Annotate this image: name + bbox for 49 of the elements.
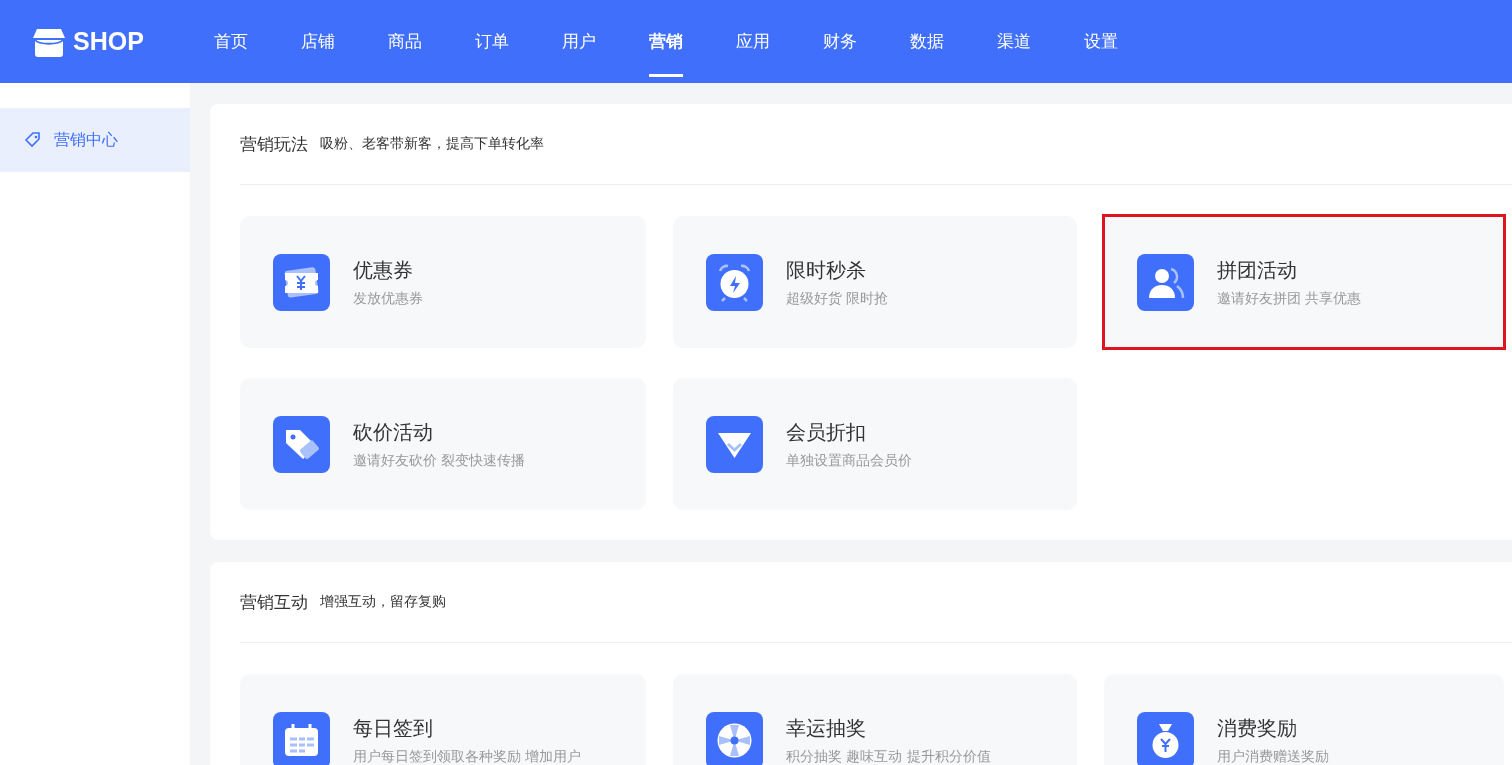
calendar-icon (273, 711, 330, 765)
group-icon (1137, 253, 1194, 311)
card-title: 会员折扣 (786, 418, 867, 446)
shop-icon (33, 26, 65, 57)
nav-tab[interactable]: 商品 (388, 0, 422, 83)
nav-tab[interactable]: 应用 (736, 0, 770, 83)
section-subtitle: 吸粉、老客带新客，提高下单转化率 (320, 135, 544, 153)
section-title: 营销玩法 (240, 132, 308, 156)
card-subtitle: 单独设置商品会员价 (786, 451, 912, 470)
nav-tab[interactable]: 首页 (214, 0, 248, 83)
card-subtitle: 邀请好友砍价 裂变快速传播 (353, 451, 526, 470)
feature-card[interactable]: 消费奖励 用户消费赠送奖励 (1104, 674, 1504, 765)
moneybag-icon (1137, 711, 1194, 765)
nav-tab[interactable]: 订单 (475, 0, 509, 83)
nav-tab[interactable]: 数据 (910, 0, 944, 83)
alarm-icon (706, 253, 763, 311)
nav-tab[interactable]: 店铺 (301, 0, 335, 83)
section-title: 营销互动 (240, 590, 308, 614)
card-subtitle: 超级好货 限时抢 (786, 289, 889, 308)
card-subtitle: 发放优惠券 (353, 289, 423, 308)
card-subtitle: 邀请好友拼团 共享优惠 (1217, 289, 1362, 308)
nav-tab[interactable]: 设置 (1084, 0, 1118, 83)
feature-card[interactable]: 拼团活动 邀请好友拼团 共享优惠 (1104, 216, 1504, 348)
tag-icon (24, 131, 42, 149)
card-title: 消费奖励 (1217, 714, 1298, 742)
nav-tab[interactable]: 渠道 (997, 0, 1031, 83)
feature-card[interactable]: 会员折扣 单独设置商品会员价 (673, 378, 1077, 510)
feature-card[interactable]: 优惠券 发放优惠券 (240, 216, 646, 348)
section-subtitle: 增强互动，留存复购 (320, 593, 446, 611)
card-subtitle: 用户消费赠送奖励 (1217, 747, 1329, 765)
wheel-icon (706, 711, 763, 765)
card-title: 优惠券 (353, 256, 414, 284)
card-title: 限时秒杀 (786, 256, 867, 284)
card-title: 每日签到 (353, 714, 434, 742)
feature-card[interactable]: 幸运抽奖 积分抽奖 趣味互动 提升积分价值 (673, 674, 1077, 765)
card-subtitle: 积分抽奖 趣味互动 提升积分价值 (786, 747, 991, 765)
feature-card[interactable]: 限时秒杀 超级好货 限时抢 (673, 216, 1077, 348)
feature-card[interactable]: 砍价活动 邀请好友砍价 裂变快速传播 (240, 378, 646, 510)
tag-icon (273, 415, 330, 473)
coupon-icon (273, 253, 330, 311)
card-title: 砍价活动 (353, 418, 434, 446)
card-title: 幸运抽奖 (786, 714, 867, 742)
feature-card[interactable]: 每日签到 用户每日签到领取各种奖励 增加用户 (240, 674, 646, 765)
nav-tab[interactable]: 用户 (562, 0, 596, 83)
sidebar-item[interactable]: 营销中心 (0, 108, 190, 172)
card-title: 拼团活动 (1217, 256, 1298, 284)
card-subtitle: 用户每日签到领取各种奖励 增加用户 (353, 747, 582, 765)
logo-text: SHOP (73, 27, 144, 56)
nav-tab[interactable]: 财务 (823, 0, 857, 83)
